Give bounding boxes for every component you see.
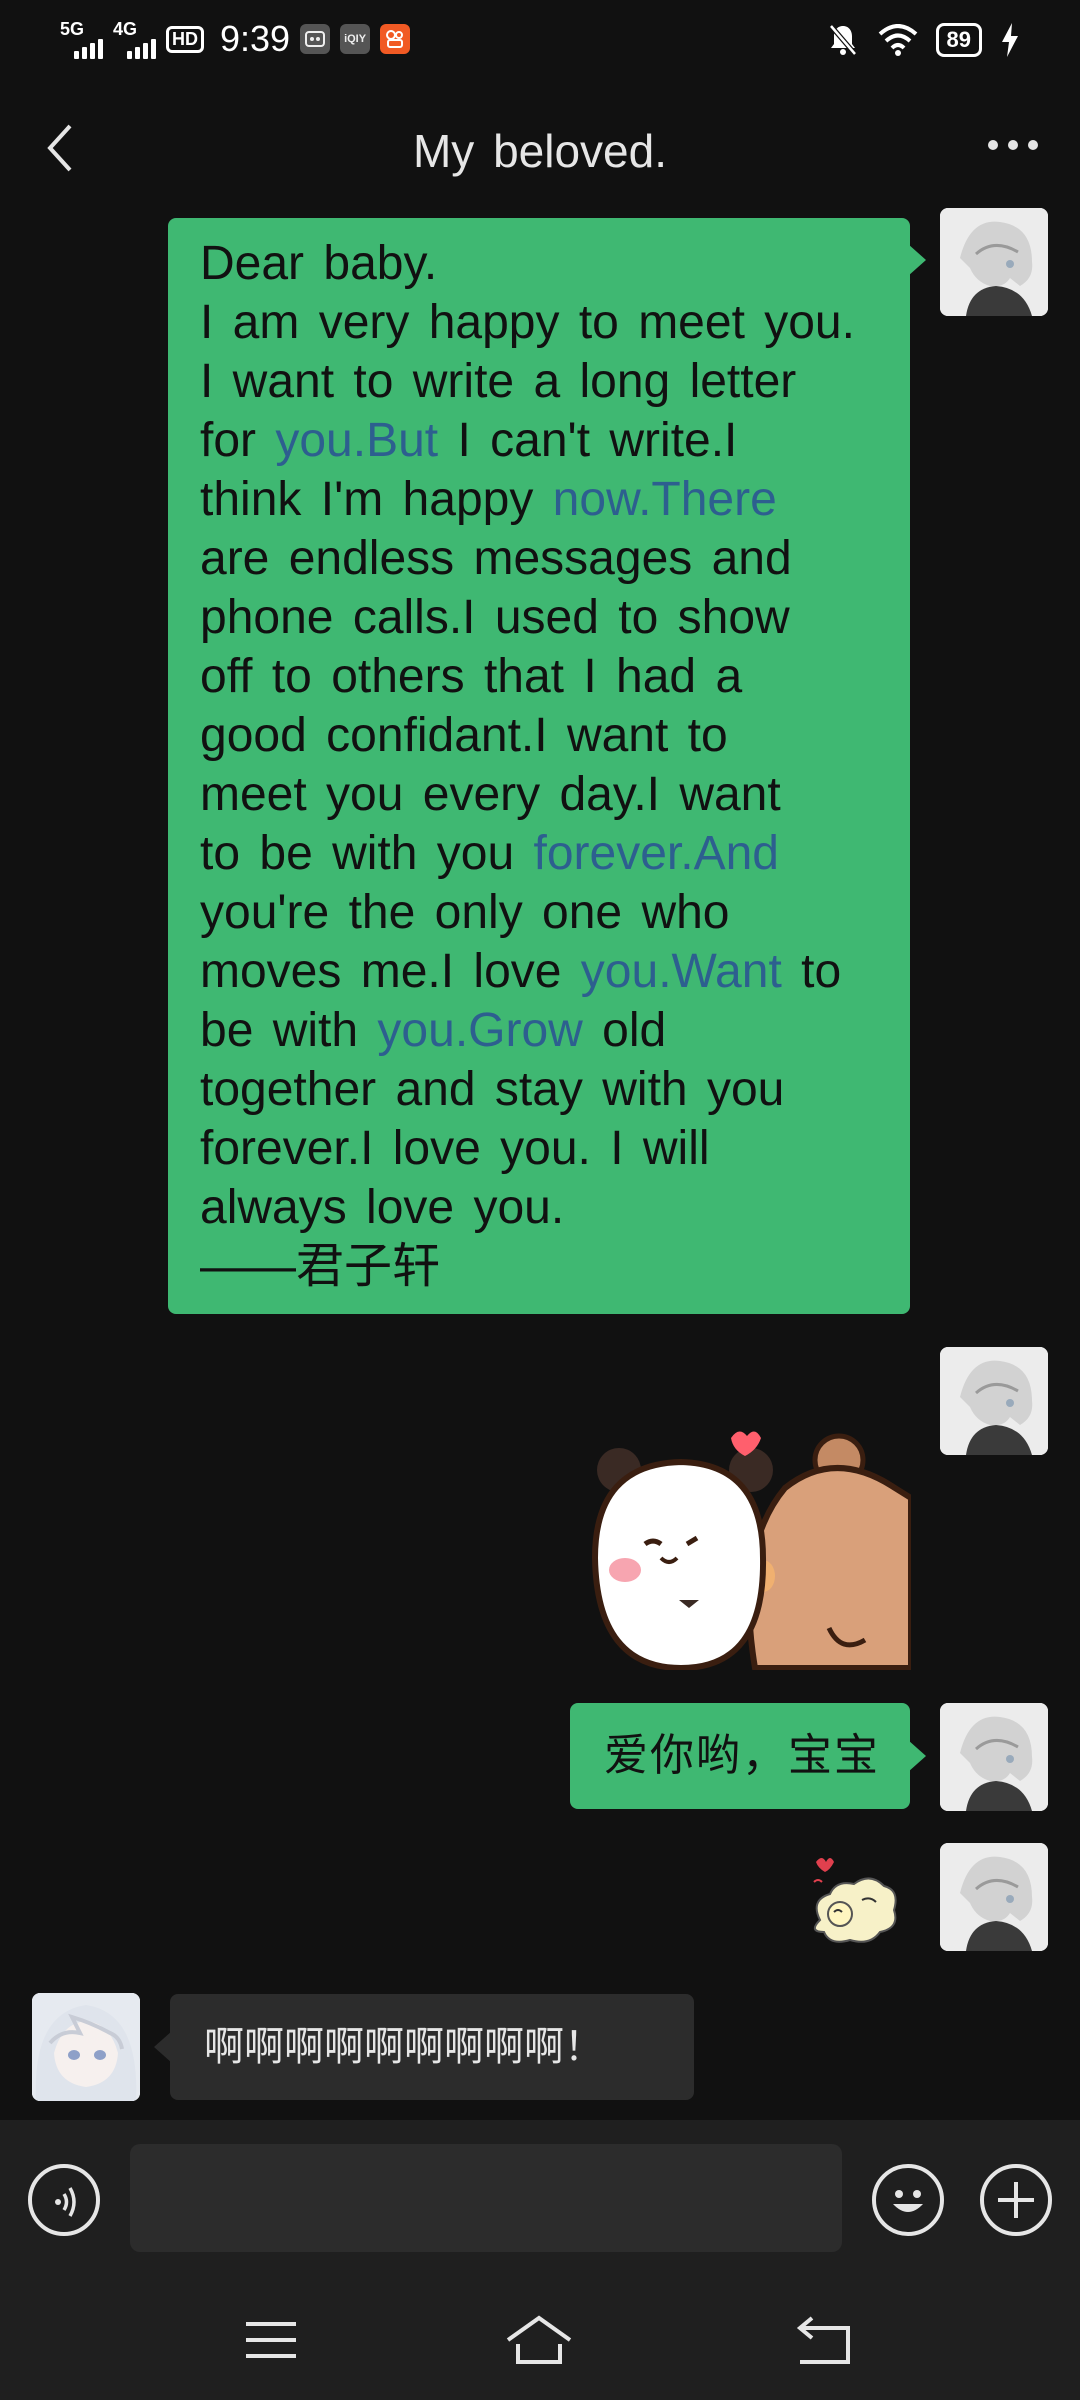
chat-header: My beloved. [0,84,1080,220]
letter-text: think I'm happy [200,473,553,526]
letter-text: always love you. [200,1181,565,1234]
letter-text: old [582,1004,667,1057]
received-message-bubble[interactable]: 啊啊啊啊啊啊啊啊啊！ [154,1994,694,2100]
letter-line: forever.I love you. I will [200,1119,884,1178]
letter-line: ——君子轩 [200,1237,884,1296]
my-avatar[interactable] [940,1703,1048,1811]
letter-text: to [781,945,842,998]
letter-link[interactable]: now.There [553,473,777,526]
letter-text: phone calls.I used to show [200,591,790,644]
charging-icon [1002,23,1018,57]
more-dots-icon[interactable] [988,140,1038,150]
app-notification-icon [300,24,331,54]
hd-icon: HD [166,25,204,53]
sent-message-bubble[interactable]: 爱你哟，宝宝 [570,1703,926,1809]
wifi-icon [878,24,917,56]
letter-line: I am very happy to meet you. [200,293,884,352]
mute-bell-icon [828,24,857,56]
my-avatar[interactable] [940,1347,1048,1455]
home-icon[interactable] [504,2310,574,2370]
letter-text: forever.I love you. I will [200,1122,710,1175]
back-nav-icon[interactable] [790,2310,860,2370]
letter-text: I am very happy to meet you. [200,296,855,349]
message-input[interactable] [130,2144,842,2252]
letter-line: Dear baby. [200,234,884,293]
signal-4g-icon: 4G [113,19,156,59]
chat-input-bar [0,2120,1080,2280]
letter-text: be with [200,1004,378,1057]
network-5g-label: 5G [60,19,85,39]
letter-line: together and stay with you [200,1060,884,1119]
letter-line: phone calls.I used to show [200,588,884,647]
status-bar: 5G 4G HD 9:39 iQIY 89 [0,0,1080,84]
chat-title: My beloved. [412,125,667,177]
system-nav-bar [0,2280,1080,2400]
my-avatar[interactable] [940,208,1048,316]
my-avatar[interactable] [940,1843,1048,1951]
iqiyi-app-icon: iQIY [340,24,371,54]
letter-text: good confidant.I want to [200,709,728,762]
small-sheep-sticker[interactable] [800,1848,902,1950]
letter-line: be with you.Grow old [200,1001,884,1060]
letter-text: for [200,414,276,467]
letter-message-bubble[interactable]: Dear baby. I am very happy to meet you. I … [168,218,926,1314]
letter-line: are endless messages and [200,529,884,588]
letter-text: off to others that I had a [200,650,743,703]
contact-avatar[interactable] [32,1993,140,2101]
bear-hug-sticker[interactable] [585,1428,914,1672]
letter-link[interactable]: you.Grow [377,1004,582,1057]
network-4g-label: 4G [113,19,138,39]
letter-text: I can't write.I [438,414,738,467]
letter-line: always love you. [200,1178,884,1237]
letter-link[interactable]: you.But [275,414,438,467]
letter-text: Dear baby. [200,237,438,290]
menu-icon[interactable] [236,2310,306,2370]
letter-line: off to others that I had a [200,647,884,706]
kuaishou-app-icon [380,24,411,54]
letter-line: for you.But I can't write.I [200,411,884,470]
letter-line: to be with you forever.And [200,824,884,883]
letter-text: together and stay with you [200,1063,785,1116]
letter-text: you're the only one who [200,886,730,939]
battery-level: 89 [935,23,982,57]
letter-line: think I'm happy now.There [200,470,884,529]
letter-link[interactable]: forever.And [534,827,779,880]
signal-5g-icon: 5G [60,19,103,59]
letter-line: I want to write a long letter [200,352,884,411]
letter-line: moves me.I love you.Want to [200,942,884,1001]
letter-text: meet you every day.I want [200,768,781,821]
letter-text: to be with you [200,827,534,880]
voice-icon[interactable] [28,2164,100,2236]
clock: 9:39 [220,18,291,59]
letter-line: good confidant.I want to [200,706,884,765]
letter-text: are endless messages and [200,532,792,585]
letter-text: moves me.I love [200,945,581,998]
letter-line: you're the only one who [200,883,884,942]
emoji-icon[interactable] [872,2164,944,2236]
letter-text: I want to write a long letter [200,355,797,408]
letter-link[interactable]: you.Want [581,945,782,998]
letter-line: meet you every day.I want [200,765,884,824]
letter-text: ——君子轩 [200,1240,441,1293]
plus-icon[interactable] [980,2164,1052,2236]
